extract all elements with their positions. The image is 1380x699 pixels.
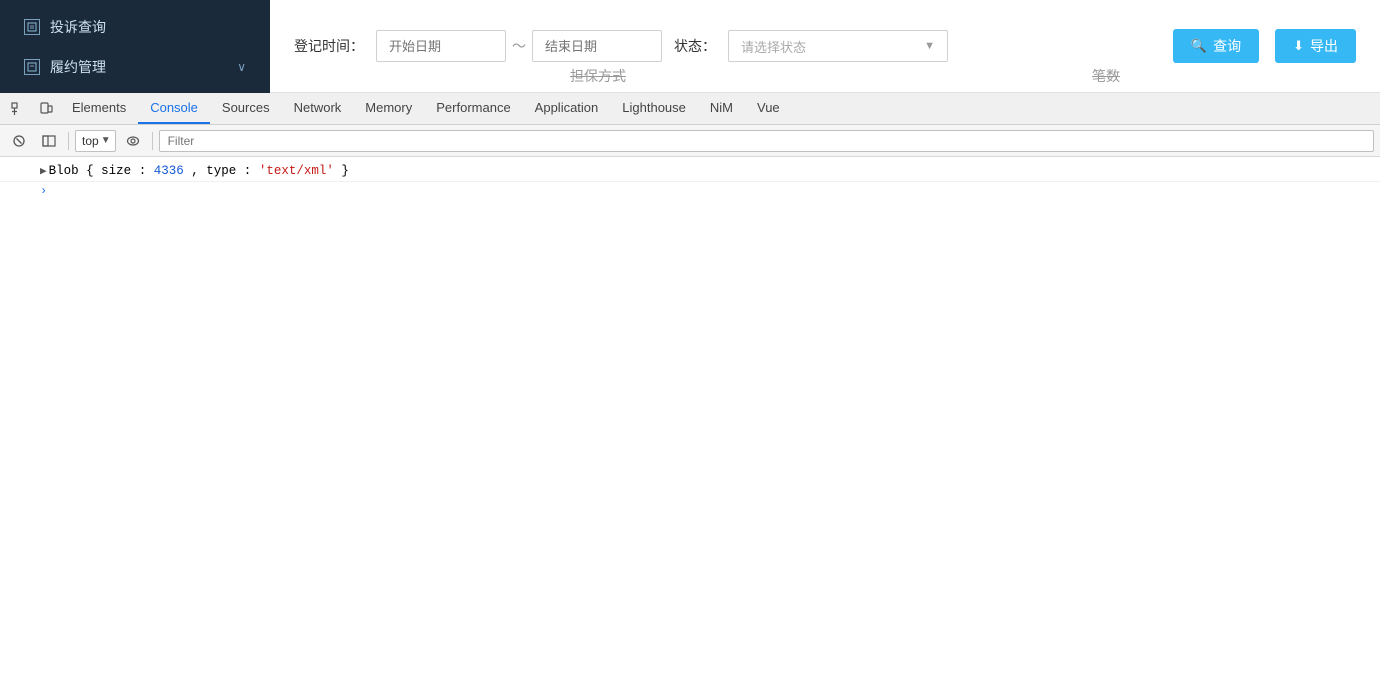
show-sidebar-btn[interactable] — [36, 130, 62, 152]
blob-key: Blob — [49, 164, 87, 178]
blob-colon2: : — [244, 164, 259, 178]
expand-blob-btn[interactable]: ▶ — [40, 164, 47, 178]
device-toggle-btn[interactable] — [32, 93, 60, 124]
blob-type-label: type — [206, 164, 236, 178]
strikethrough-text-2: 笔数 — [1092, 66, 1120, 86]
chevron-down-icon: ▼ — [924, 40, 935, 52]
date-input-group: ～ — [376, 30, 662, 62]
content-top: 登记时间： ～ 状态： 请选择状态 ▼ 🔍 查询 ⬇ 导出 担保方式 笔数 — [270, 0, 1380, 93]
toolbar-divider-2 — [152, 132, 153, 150]
export-button[interactable]: ⬇ 导出 — [1275, 29, 1356, 63]
inspect-element-btn[interactable] — [4, 93, 32, 124]
chevron-down-icon: ∨ — [237, 60, 246, 74]
tab-performance[interactable]: Performance — [424, 93, 522, 124]
document-icon — [24, 19, 40, 35]
devtools-panel: Elements Console Sources Network Memory … — [0, 93, 1380, 699]
prompt-caret: › — [40, 184, 47, 198]
devtools-tabbar: Elements Console Sources Network Memory … — [0, 93, 1380, 125]
form-row: 登记时间： ～ 状态： 请选择状态 ▼ — [294, 30, 1157, 62]
blob-close-brace: } — [341, 164, 349, 178]
blob-colon1: : — [139, 164, 154, 178]
context-label: top — [82, 134, 99, 148]
query-button[interactable]: 🔍 查询 — [1173, 29, 1259, 63]
status-select[interactable]: 请选择状态 ▼ — [728, 30, 948, 62]
sidebar-item-label: 履约管理 — [50, 57, 106, 77]
blob-type-value: 'text/xml' — [259, 164, 334, 178]
status-placeholder: 请选择状态 — [741, 37, 806, 56]
tab-sources[interactable]: Sources — [210, 93, 282, 124]
clear-console-btn[interactable] — [6, 130, 32, 152]
tab-application[interactable]: Application — [523, 93, 611, 124]
tab-lighthouse[interactable]: Lighthouse — [610, 93, 698, 124]
toolbar-divider — [68, 132, 69, 150]
eye-icon-btn[interactable] — [120, 130, 146, 152]
blob-size-label: size — [101, 164, 131, 178]
tab-network[interactable]: Network — [282, 93, 354, 124]
devtools-tabs: Elements Console Sources Network Memory … — [60, 93, 1376, 124]
sidebar-item-complaint[interactable]: 投诉查询 — [16, 11, 254, 43]
status-label: 状态： — [674, 36, 716, 56]
tab-console[interactable]: Console — [138, 93, 210, 124]
strikethrough-text-1: 担保方式 — [570, 66, 626, 86]
console-content: ▶ Blob { size : 4336 , type : 'text/xml'… — [0, 157, 1380, 699]
blob-comma: , — [191, 164, 206, 178]
date-separator: ～ — [512, 36, 526, 56]
document-icon — [24, 59, 40, 75]
sidebar-item-fulfillment[interactable]: 履约管理 ∨ — [16, 51, 254, 83]
tab-elements[interactable]: Elements — [60, 93, 138, 124]
blob-open-brace: { — [86, 164, 94, 178]
blob-size-value: 4336 — [154, 164, 184, 178]
download-icon: ⬇ — [1293, 38, 1304, 54]
sidebar: 投诉查询 履约管理 ∨ — [0, 0, 270, 93]
context-dropdown-arrow: ▼ — [101, 135, 111, 146]
login-time-label: 登记时间： — [294, 36, 364, 56]
sidebar-item-label: 投诉查询 — [50, 17, 106, 37]
tab-memory[interactable]: Memory — [353, 93, 424, 124]
tab-vue[interactable]: Vue — [745, 93, 792, 124]
console-prompt-row: › — [0, 182, 1380, 200]
filter-input[interactable] — [159, 130, 1374, 152]
date-end-input[interactable] — [532, 30, 662, 62]
tab-nim[interactable]: NiM — [698, 93, 745, 124]
console-blob-row: ▶ Blob { size : 4336 , type : 'text/xml'… — [0, 161, 1380, 182]
date-start-input[interactable] — [376, 30, 506, 62]
search-icon: 🔍 — [1191, 38, 1207, 54]
context-selector[interactable]: top ▼ — [75, 130, 116, 152]
console-toolbar: top ▼ — [0, 125, 1380, 157]
